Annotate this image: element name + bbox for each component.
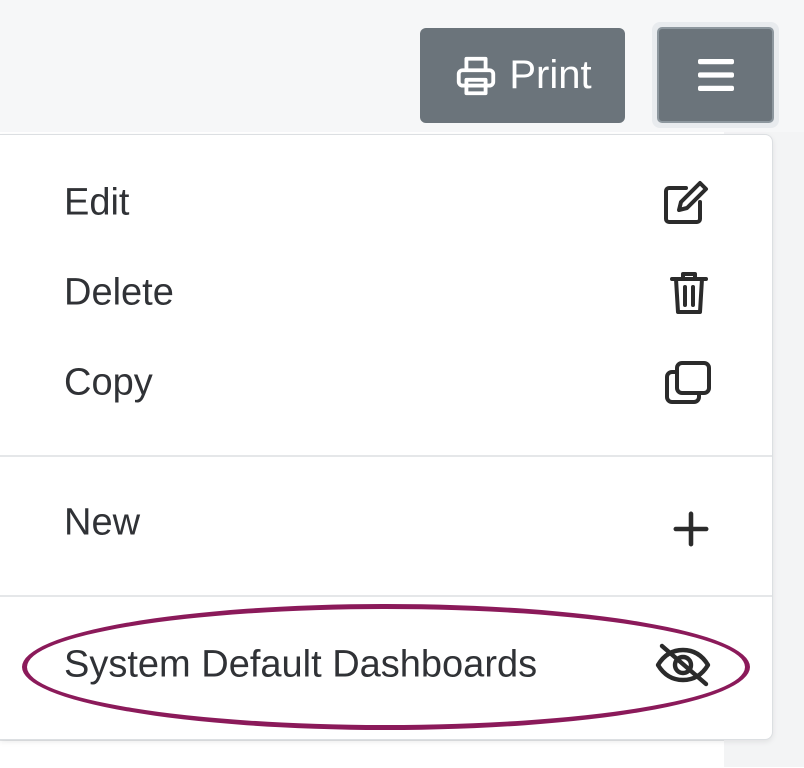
- content-area: [0, 740, 724, 768]
- menu-item-label: Copy: [64, 361, 153, 404]
- menu-item-copy[interactable]: Copy: [0, 343, 772, 423]
- plus-icon: [672, 510, 710, 548]
- menu-item-label: System Default Dashboards: [64, 643, 538, 686]
- dropdown-menu: Edit Delete Copy New System Default Dash…: [0, 134, 773, 740]
- menu-item-system-default-dashboards[interactable]: System Default Dashboards: [0, 625, 772, 705]
- trash-icon: [669, 269, 709, 317]
- eye-slash-icon: [654, 639, 712, 691]
- edit-icon: [660, 178, 712, 228]
- menu-item-delete[interactable]: Delete: [0, 253, 772, 333]
- copy-icon: [664, 360, 712, 406]
- menu-item-edit[interactable]: Edit: [0, 163, 772, 243]
- printer-icon: [453, 53, 499, 99]
- menu-item-label: New: [64, 501, 141, 544]
- menu-item-label: Delete: [64, 271, 174, 314]
- menu-divider: [0, 455, 772, 457]
- hamburger-icon: [696, 57, 736, 93]
- menu-item-new[interactable]: New: [0, 483, 772, 563]
- menu-toggle-button[interactable]: [652, 22, 779, 128]
- print-button-label: Print: [509, 53, 592, 97]
- menu-divider: [0, 595, 772, 597]
- menu-item-label: Edit: [64, 181, 130, 224]
- print-button[interactable]: Print: [420, 28, 625, 123]
- menu-toggle-inner: [657, 27, 774, 123]
